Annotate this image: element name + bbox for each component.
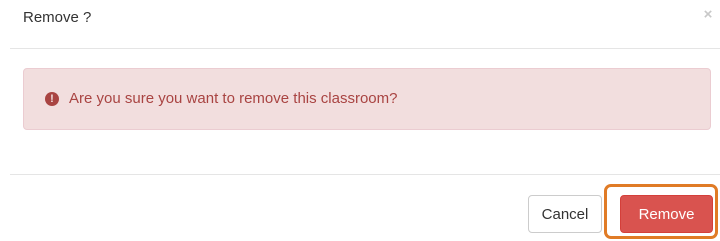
remove-button[interactable]: Remove <box>620 195 713 233</box>
warning-alert: ! Are you sure you want to remove this c… <box>23 68 711 130</box>
footer-divider <box>10 174 720 175</box>
exclamation-circle-icon: ! <box>45 92 59 106</box>
cancel-button[interactable]: Cancel <box>528 195 602 233</box>
dialog-title: Remove ? <box>23 9 92 26</box>
close-icon[interactable]: × <box>701 6 715 24</box>
alert-message: Are you sure you want to remove this cla… <box>69 90 398 107</box>
header-divider <box>10 48 720 49</box>
